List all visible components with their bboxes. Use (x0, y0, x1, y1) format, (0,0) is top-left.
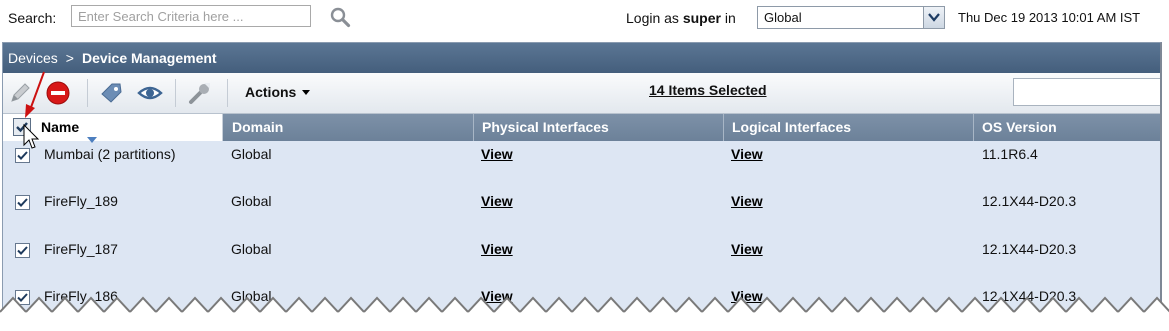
login-suffix: in (724, 10, 736, 26)
pencil-icon[interactable] (7, 80, 33, 106)
current-datetime: Thu Dec 19 2013 10:01 AM IST (958, 10, 1141, 25)
login-prefix: Login as (626, 10, 679, 26)
cell-name: FireFly_187 (44, 241, 118, 257)
logical-interfaces-link[interactable]: View (731, 146, 763, 162)
search-input[interactable] (71, 5, 311, 27)
row-checkbox[interactable] (15, 243, 30, 258)
device-management-panel: Devices > Device Management Actions 14 I… (2, 42, 1162, 331)
toolbar: Actions 14 Items Selected (3, 73, 1160, 114)
selected-count-link[interactable]: 14 Items Selected (649, 82, 767, 98)
select-all-checkbox[interactable] (13, 118, 31, 136)
torn-edge-decoration (0, 296, 1169, 331)
login-user: super (682, 10, 721, 26)
physical-interfaces-link[interactable]: View (481, 241, 513, 257)
tag-icon[interactable] (99, 80, 125, 106)
chevron-down-icon[interactable] (923, 7, 944, 28)
cell-os-version: 11.1R6.4 (982, 146, 1038, 162)
column-header-physical-interfaces[interactable]: Physical Interfaces (474, 114, 724, 141)
logical-interfaces-link[interactable]: View (731, 193, 763, 209)
cell-os-version: 12.1X44-D20.3 (982, 193, 1077, 209)
cell-domain: Global (231, 241, 272, 257)
row-checkbox[interactable] (15, 148, 30, 163)
table-row[interactable]: FireFly_187 Global View View 12.1X44-D20… (3, 241, 1160, 288)
table-row[interactable]: FireFly_189 Global View View 12.1X44-D20… (3, 193, 1160, 240)
breadcrumb: Devices > Device Management (3, 43, 1160, 73)
cell-domain: Global (231, 146, 272, 162)
search-icon[interactable] (329, 6, 351, 28)
column-name-label: Name (41, 119, 80, 135)
domain-select-value: Global (764, 10, 802, 25)
physical-interfaces-link[interactable]: View (481, 193, 513, 209)
table-row[interactable]: Mumbai (2 partitions) Global View View 1… (3, 146, 1160, 193)
actions-menu-button[interactable]: Actions (245, 84, 311, 100)
row-checkbox[interactable] (15, 195, 30, 210)
domain-select[interactable]: Global (757, 6, 945, 29)
column-header-domain[interactable]: Domain (224, 114, 474, 141)
top-bar: Search: Login as super in Global Thu Dec… (0, 0, 1169, 38)
toolbar-divider (227, 79, 228, 107)
column-header-logical-interfaces[interactable]: Logical Interfaces (724, 114, 974, 141)
toolbar-divider (87, 79, 88, 107)
eye-icon[interactable] (137, 80, 163, 106)
actions-label: Actions (245, 84, 297, 100)
toolbar-divider (175, 79, 176, 107)
cell-name: FireFly_189 (44, 193, 118, 209)
column-header-name[interactable]: Name (3, 114, 223, 143)
cell-domain: Global (231, 193, 272, 209)
cell-name: Mumbai (2 partitions) (44, 146, 176, 162)
login-info: Login as super in (626, 10, 736, 26)
breadcrumb-separator: > (65, 50, 74, 66)
breadcrumb-current: Device Management (81, 50, 217, 66)
wrench-icon[interactable] (187, 80, 213, 106)
column-header-os-version[interactable]: OS Version (974, 114, 1160, 141)
search-label: Search: (8, 10, 57, 26)
cell-os-version: 12.1X44-D20.3 (982, 241, 1077, 257)
delete-icon[interactable] (45, 80, 71, 106)
logical-interfaces-link[interactable]: View (731, 241, 763, 257)
quick-filter-input[interactable] (1013, 78, 1160, 106)
physical-interfaces-link[interactable]: View (481, 146, 513, 162)
grid-header: Name Domain Physical Interfaces Logical … (3, 114, 1160, 143)
breadcrumb-devices[interactable]: Devices (8, 50, 58, 66)
